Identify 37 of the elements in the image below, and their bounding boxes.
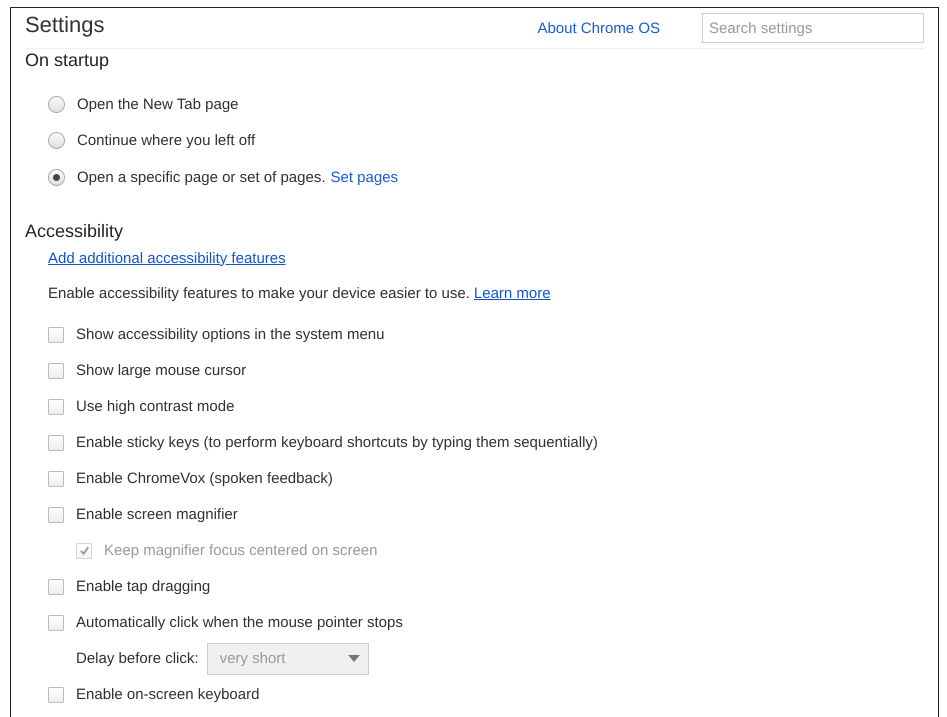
description-text: Enable accessibility features to make your device easier to use. [48,284,470,302]
radio-label: Continue where you left off [77,132,256,150]
checkbox-label: Enable on-screen keyboard [76,686,260,703]
dropdown-label: Delay before click: [76,650,199,667]
radio-button[interactable] [48,168,65,186]
checkbox[interactable] [48,362,64,378]
checkbox[interactable] [48,578,64,594]
checkbox-label: Enable ChromeVox (spoken feedback) [76,470,333,487]
checkbox-label: Show large mouse cursor [76,362,246,379]
checkbox-label: Keep magnifier focus centered on screen [104,542,378,559]
about-link[interactable]: About Chrome OS [537,20,660,36]
learn-more-link[interactable]: Learn more [474,284,551,302]
checkbox[interactable] [48,506,64,522]
checkbox[interactable] [48,398,64,414]
checkbox[interactable] [48,326,64,342]
checkbox[interactable] [48,686,64,702]
radio-label: Open the New Tab page [77,96,239,113]
add-features-link[interactable]: Add additional accessibility features [48,250,286,266]
radio-label: Open a specific page or set of pages. [77,168,326,186]
checkbox-label: Enable tap dragging [76,578,210,595]
page-title: Settings [25,12,106,38]
section-heading: On startup [25,50,110,71]
checkbox[interactable] [48,470,64,486]
checkbox-label: Use high contrast mode [76,398,234,415]
radio-button[interactable] [48,132,65,150]
checkbox-label: Enable sticky keys (to perform keyboard shortcuts by typing them sequentially) [76,434,598,451]
checkbox[interactable] [48,614,64,630]
section-heading: Accessibility [25,220,124,242]
search-field[interactable]: Search settings [702,13,924,43]
checkbox[interactable] [48,434,64,450]
radio-button[interactable] [48,96,65,113]
checkbox-label: Enable screen magnifier [76,506,238,523]
checkbox-label: Show accessibility options in the system menu [76,326,384,343]
caret-icon [348,655,360,662]
checkmark-icon [78,545,90,556]
set-pages-link[interactable]: Set pages [330,168,398,186]
checkbox-label: Automatically click when the mouse pointer stops [76,614,403,631]
